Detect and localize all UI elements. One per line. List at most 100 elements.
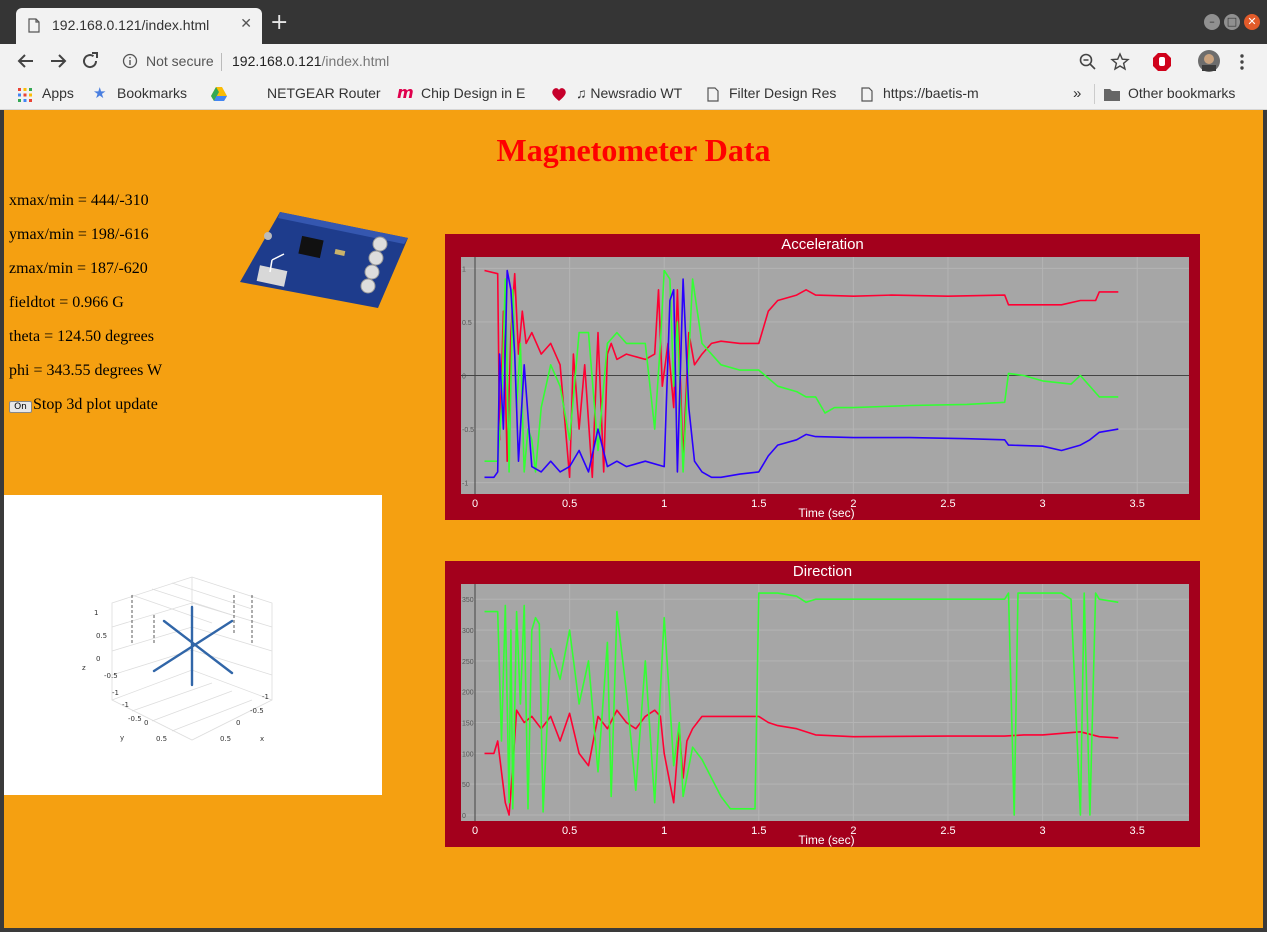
forward-arrow-icon[interactable]: [46, 49, 70, 73]
y-tick-label: 100: [462, 751, 474, 758]
zmax-min-readout: zmax/min = 187/-620: [9, 260, 148, 277]
y-axis-name: y: [120, 734, 124, 742]
y-tick-label: 250: [462, 659, 474, 666]
chart-svg: Direction0 0.5 1 1.5 2 2.5 3 3.5350300250200150…: [461, 563, 1189, 847]
z-tick-label: 0: [96, 655, 100, 663]
theta-readout: theta = 124.50 degrees: [9, 328, 154, 345]
direction-chart[interactable]: Direction 0 0.5 1 1.5 2 2.5 3 3.5 350 300 250 200 150…: [445, 561, 1200, 847]
x-tick-label: 1.5: [751, 825, 766, 837]
bookmark-newsradio[interactable]: ♫ Newsradio WT: [576, 85, 690, 101]
x-tick-label: 1: [661, 498, 667, 510]
bookmark-baetis[interactable]: https://baetis-m: [883, 85, 995, 101]
x-tick-label: 0: [236, 719, 240, 727]
x-tick-label: 0.5: [562, 825, 577, 837]
address-divider: [221, 53, 222, 71]
window-close-icon[interactable]: ✕: [1244, 14, 1260, 30]
acceleration-chart[interactable]: Acceleration 0 0.5 1 1.5 2 2.5 3 3.5 1 0.5 0 -0.5 -1 T…: [445, 234, 1200, 520]
info-icon[interactable]: [122, 53, 138, 69]
x-tick-label: 3: [1040, 825, 1046, 837]
y-tick-label: -1: [122, 701, 129, 709]
security-label[interactable]: Not secure: [146, 53, 214, 69]
menu-dots-icon[interactable]: [1232, 52, 1252, 72]
other-bookmarks[interactable]: Other bookmarks: [1128, 85, 1235, 101]
z-tick-label: -1: [112, 689, 119, 697]
page-body: Magnetometer Data xmax/min = 444/-310 ym…: [4, 110, 1263, 928]
x-tick-label: 2.5: [940, 825, 955, 837]
y-tick-label: -0.5: [128, 715, 142, 723]
page-title: Magnetometer Data: [496, 132, 771, 168]
x-tick-label: 3: [1040, 498, 1046, 510]
back-arrow-icon[interactable]: [14, 49, 38, 73]
x-tick-label: 0.5: [562, 498, 577, 510]
z-tick-label: -0.5: [104, 672, 118, 680]
bookmark-filter-design[interactable]: Filter Design Res: [729, 85, 844, 101]
x-tick-label: 0.5: [220, 735, 231, 743]
tab-title: 192.168.0.121/index.html: [52, 17, 210, 33]
fieldtot-readout: fieldtot = 0.966 G: [9, 294, 124, 311]
x-tick-label: 1.5: [751, 498, 766, 510]
url-host: 192.168.0.121: [232, 53, 322, 69]
y-tick-label: 150: [462, 721, 474, 728]
page-icon: [707, 87, 719, 102]
bookmarks-bar: Apps ★ Bookmarks NETGEAR Router m Chip D…: [0, 79, 1267, 110]
3d-orientation-plot[interactable]: 1 0.5 0 -0.5 -1 z -1 -0.5 0 0.5 y -1 -0.…: [4, 495, 382, 795]
y-tick-label: 300: [462, 628, 474, 635]
y-tick-label: 0: [462, 374, 466, 381]
new-tab-icon[interactable]: +: [270, 12, 288, 34]
radio-icon: [552, 88, 566, 101]
avatar[interactable]: [1198, 50, 1220, 72]
x-tick-label: -0.5: [250, 707, 264, 715]
x-tick-label: 3.5: [1130, 498, 1145, 510]
z-tick-label: 1: [94, 609, 98, 617]
bookmark-netgear[interactable]: NETGEAR Router: [267, 85, 382, 101]
y-tick-label: 0: [462, 813, 466, 820]
y-tick-label: -1: [462, 481, 468, 488]
y-tick-label: 350: [462, 597, 474, 604]
page-icon: [861, 87, 873, 102]
browser-toolbar: Not secure 192.168.0.121/index.html: [0, 44, 1267, 79]
reload-icon[interactable]: [78, 49, 102, 73]
z-tick-label: 0.5: [96, 632, 107, 640]
close-icon[interactable]: ✕: [240, 16, 252, 32]
drive-icon: [211, 87, 227, 101]
bookmark-chip-design[interactable]: Chip Design in E: [421, 85, 535, 101]
x-tick-label: 0: [472, 825, 478, 837]
y-tick-label: 0.5: [156, 735, 167, 743]
magnetometer-board-image: [240, 212, 408, 308]
x-tick-label: 0: [472, 498, 478, 510]
3d-axes-vectors: [152, 605, 234, 687]
chart-title: Direction: [793, 563, 852, 580]
maximize-icon[interactable]: □: [1224, 14, 1240, 30]
x-axis-label: Time (sec): [798, 506, 854, 520]
bookmark-star-icon[interactable]: [1110, 52, 1130, 72]
y-tick-label: -0.5: [462, 427, 474, 434]
x-tick-label: 1: [661, 825, 667, 837]
minimize-icon[interactable]: –: [1204, 14, 1220, 30]
bookmarks-overflow-button[interactable]: »: [1073, 85, 1081, 102]
phi-readout: phi = 343.55 degrees W: [9, 362, 163, 379]
address-bar[interactable]: 192.168.0.121/index.html: [232, 53, 389, 69]
zoom-out-icon[interactable]: [1078, 52, 1098, 72]
y-tick-label: 0.5: [462, 320, 472, 327]
adblock-icon[interactable]: [1152, 52, 1172, 72]
m-logo-icon: m: [397, 83, 414, 102]
y-tick-label: 0: [144, 719, 148, 727]
x-axis-name: x: [260, 735, 264, 743]
plot-update-toggle-button[interactable]: On: [9, 401, 32, 413]
y-tick-label: 200: [462, 690, 474, 697]
chart-svg: Acceleration0 0.5 1 1.5 2 2.5 3 3.510.50-0.5-1T…: [461, 236, 1189, 520]
bookmark-bookmarks[interactable]: Bookmarks: [117, 85, 187, 101]
x-tick-label: 3.5: [1130, 825, 1145, 837]
bookmark-apps[interactable]: Apps: [42, 85, 74, 101]
x-axis-label: Time (sec): [798, 833, 854, 847]
z-axis-name: z: [82, 664, 86, 672]
ymax-min-readout: ymax/min = 198/-616: [9, 226, 149, 243]
y-tick-label: 1: [462, 266, 466, 273]
3d-plot-canvas: 1 0.5 0 -0.5 -1 z -1 -0.5 0 0.5 y -1 -0.…: [82, 576, 273, 743]
browser-tab[interactable]: 192.168.0.121/index.html ✕: [16, 8, 262, 44]
plot-update-toggle-label: Stop 3d plot update: [33, 396, 158, 413]
x-tick-label: -1: [262, 693, 269, 701]
x-tick-label: 2.5: [940, 498, 955, 510]
tab-strip: 192.168.0.121/index.html ✕ + – □ ✕: [0, 0, 1267, 44]
y-tick-label: 50: [462, 782, 470, 789]
